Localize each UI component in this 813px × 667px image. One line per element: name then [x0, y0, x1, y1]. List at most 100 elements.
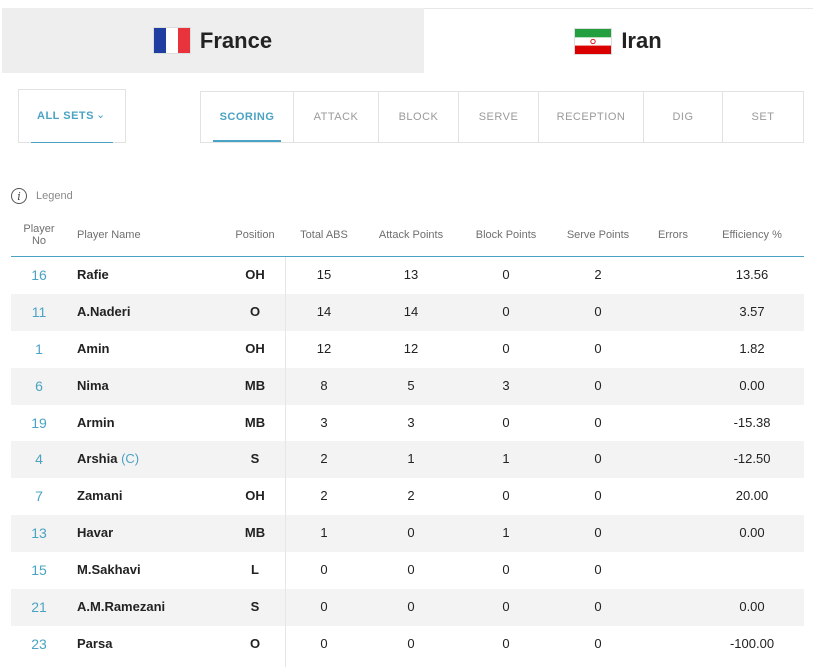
- attack-points: 1: [407, 451, 415, 467]
- player-name-cell[interactable]: Havar: [77, 515, 113, 552]
- player-name-cell[interactable]: M.Sakhavi: [77, 552, 141, 589]
- attack-points: 12: [403, 340, 419, 356]
- attack-points-cell: 2: [381, 478, 441, 515]
- player-number-cell: 11: [11, 294, 67, 331]
- block-points-cell: 0: [476, 478, 536, 515]
- serve-points: 0: [594, 525, 602, 541]
- player-name-cell[interactable]: Amin: [77, 331, 110, 368]
- errors-cell: [644, 552, 704, 589]
- player-number-cell: 6: [11, 368, 67, 405]
- column-header-player-no[interactable]: Player No: [19, 223, 59, 247]
- total-abs: 8: [320, 377, 328, 393]
- total-abs: 2: [320, 488, 328, 504]
- tab-dig[interactable]: DIG: [644, 92, 723, 142]
- player-name-cell[interactable]: Nima: [77, 368, 109, 405]
- column-header-efficiency[interactable]: Efficiency %: [714, 229, 790, 241]
- player-position-cell: S: [225, 441, 285, 478]
- errors-cell: [644, 368, 704, 405]
- block-points-cell: 0: [476, 257, 536, 294]
- player-name-cell[interactable]: A.Naderi: [77, 294, 130, 331]
- column-header-player-no-line1: Player: [23, 223, 55, 235]
- player-position: S: [250, 599, 260, 615]
- efficiency-cell: -15.38: [717, 405, 787, 442]
- player-number: 23: [31, 635, 47, 652]
- player-position-cell: O: [225, 626, 285, 663]
- errors-cell: [644, 626, 704, 663]
- attack-points: 0: [407, 635, 415, 651]
- block-points: 0: [502, 635, 510, 651]
- column-header-serve-points[interactable]: Serve Points: [560, 229, 636, 241]
- player-name-cell[interactable]: A.M.Ramezani: [77, 589, 165, 626]
- player-name: M.Sakhavi: [77, 562, 141, 578]
- block-points: 0: [502, 340, 510, 356]
- player-position: MB: [244, 377, 266, 393]
- block-points: 0: [502, 599, 510, 615]
- player-position: O: [249, 635, 261, 651]
- attack-points-cell: 1: [381, 441, 441, 478]
- tab-block[interactable]: BLOCK: [379, 92, 459, 142]
- table-row: 15 M.Sakhavi L 0 0 0 0: [11, 552, 804, 589]
- errors-cell: [644, 478, 704, 515]
- player-number: 19: [31, 414, 47, 431]
- attack-points: 14: [403, 303, 419, 319]
- player-number-cell: 21: [11, 589, 67, 626]
- player-name: Armin: [77, 414, 115, 430]
- column-header-total-abs[interactable]: Total ABS: [290, 229, 358, 241]
- column-header-block-points[interactable]: Block Points: [468, 229, 544, 241]
- block-points-cell: 0: [476, 552, 536, 589]
- attack-points-cell: 3: [381, 405, 441, 442]
- legend-label: Legend: [36, 190, 73, 202]
- sets-filter-dropdown[interactable]: ALL SETS ⌄: [18, 89, 126, 143]
- player-name-cell[interactable]: Armin: [77, 405, 115, 442]
- total-abs: 14: [316, 303, 332, 319]
- legend-toggle[interactable]: i Legend: [11, 188, 73, 204]
- player-number-cell: 1: [11, 331, 67, 368]
- player-name-cell[interactable]: Arshia (C): [77, 441, 139, 478]
- player-position: MB: [244, 414, 266, 430]
- player-table: 16 Rafie OH 15 13 0 2 13.56 11 A.Naderi O 14 14 0 0 3…: [11, 257, 804, 663]
- attack-points-cell: 5: [381, 368, 441, 405]
- serve-points: 0: [594, 599, 602, 615]
- tab-scoring[interactable]: SCORING: [201, 92, 294, 142]
- total-abs-cell: 8: [294, 368, 354, 405]
- tab-reception[interactable]: RECEPTION: [539, 92, 644, 142]
- team-tab-iran[interactable]: Iran: [424, 8, 813, 73]
- column-header-errors[interactable]: Errors: [648, 229, 698, 241]
- player-number-cell: 13: [11, 515, 67, 552]
- block-points: 3: [502, 377, 510, 393]
- efficiency-cell: 13.56: [717, 257, 787, 294]
- table-row: 13 Havar MB 1 0 1 0 0.00: [11, 515, 804, 553]
- player-number: 4: [35, 451, 43, 468]
- attack-points-cell: 14: [381, 294, 441, 331]
- errors-cell: [644, 257, 704, 294]
- errors-cell: [644, 589, 704, 626]
- attack-points-cell: 0: [381, 552, 441, 589]
- efficiency-cell: 1.82: [717, 331, 787, 368]
- total-abs-cell: 0: [294, 626, 354, 663]
- serve-points: 0: [594, 414, 602, 430]
- player-position-cell: S: [225, 589, 285, 626]
- tab-set[interactable]: SET: [723, 92, 803, 142]
- column-header-attack-points[interactable]: Attack Points: [370, 229, 452, 241]
- player-name-cell[interactable]: Parsa: [77, 626, 112, 663]
- efficiency: 13.56: [735, 267, 769, 282]
- player-position-cell: OH: [225, 478, 285, 515]
- team-tab-france[interactable]: France: [2, 8, 424, 73]
- player-position-cell: O: [225, 294, 285, 331]
- table-row: 7 Zamani OH 2 2 0 0 20.00: [11, 478, 804, 515]
- attack-points: 2: [407, 488, 415, 504]
- attack-points-cell: 0: [381, 589, 441, 626]
- player-name-cell[interactable]: Rafie: [77, 257, 109, 294]
- player-position-cell: OH: [225, 331, 285, 368]
- chevron-down-icon: ⌄: [96, 109, 106, 121]
- column-header-player-name[interactable]: Player Name: [77, 229, 141, 241]
- serve-points: 0: [594, 303, 602, 319]
- table-row: 11 A.Naderi O 14 14 0 0 3.57: [11, 293, 804, 331]
- tab-attack[interactable]: ATTACK: [294, 92, 379, 142]
- serve-points: 0: [594, 562, 602, 578]
- player-name-cell[interactable]: Zamani: [77, 478, 123, 515]
- player-position: MB: [244, 525, 266, 541]
- column-header-position[interactable]: Position: [225, 229, 285, 241]
- player-number-cell: 7: [11, 478, 67, 515]
- tab-serve[interactable]: SERVE: [459, 92, 539, 142]
